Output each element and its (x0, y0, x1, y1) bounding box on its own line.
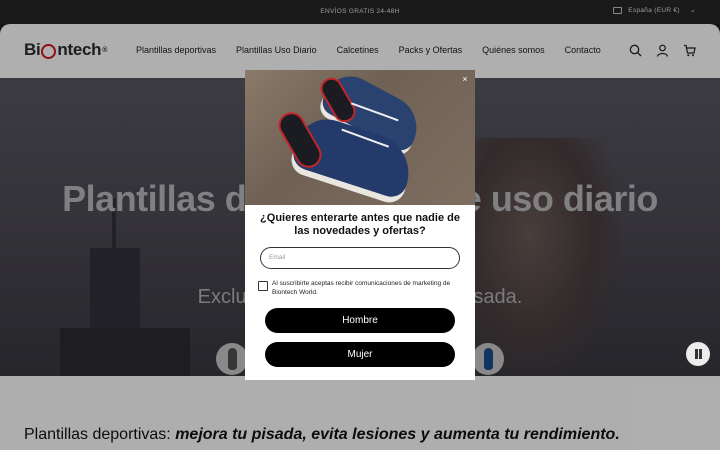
hombre-button[interactable]: Hombre (265, 308, 455, 333)
mujer-button[interactable]: Mujer (265, 342, 455, 367)
consent-checkbox[interactable] (258, 281, 268, 291)
consent-text: Al suscribirte aceptas recibir comunicac… (272, 280, 451, 296)
email-field[interactable]: Email (260, 247, 460, 269)
popup-question: ¿Quieres enterarte antes que nadie de la… (260, 212, 460, 237)
pause-button[interactable] (686, 342, 710, 366)
close-icon[interactable]: × (460, 74, 470, 84)
newsletter-popup: × ¿Quieres enterarte antes que nadie de … (245, 70, 475, 380)
popup-image (245, 70, 475, 205)
